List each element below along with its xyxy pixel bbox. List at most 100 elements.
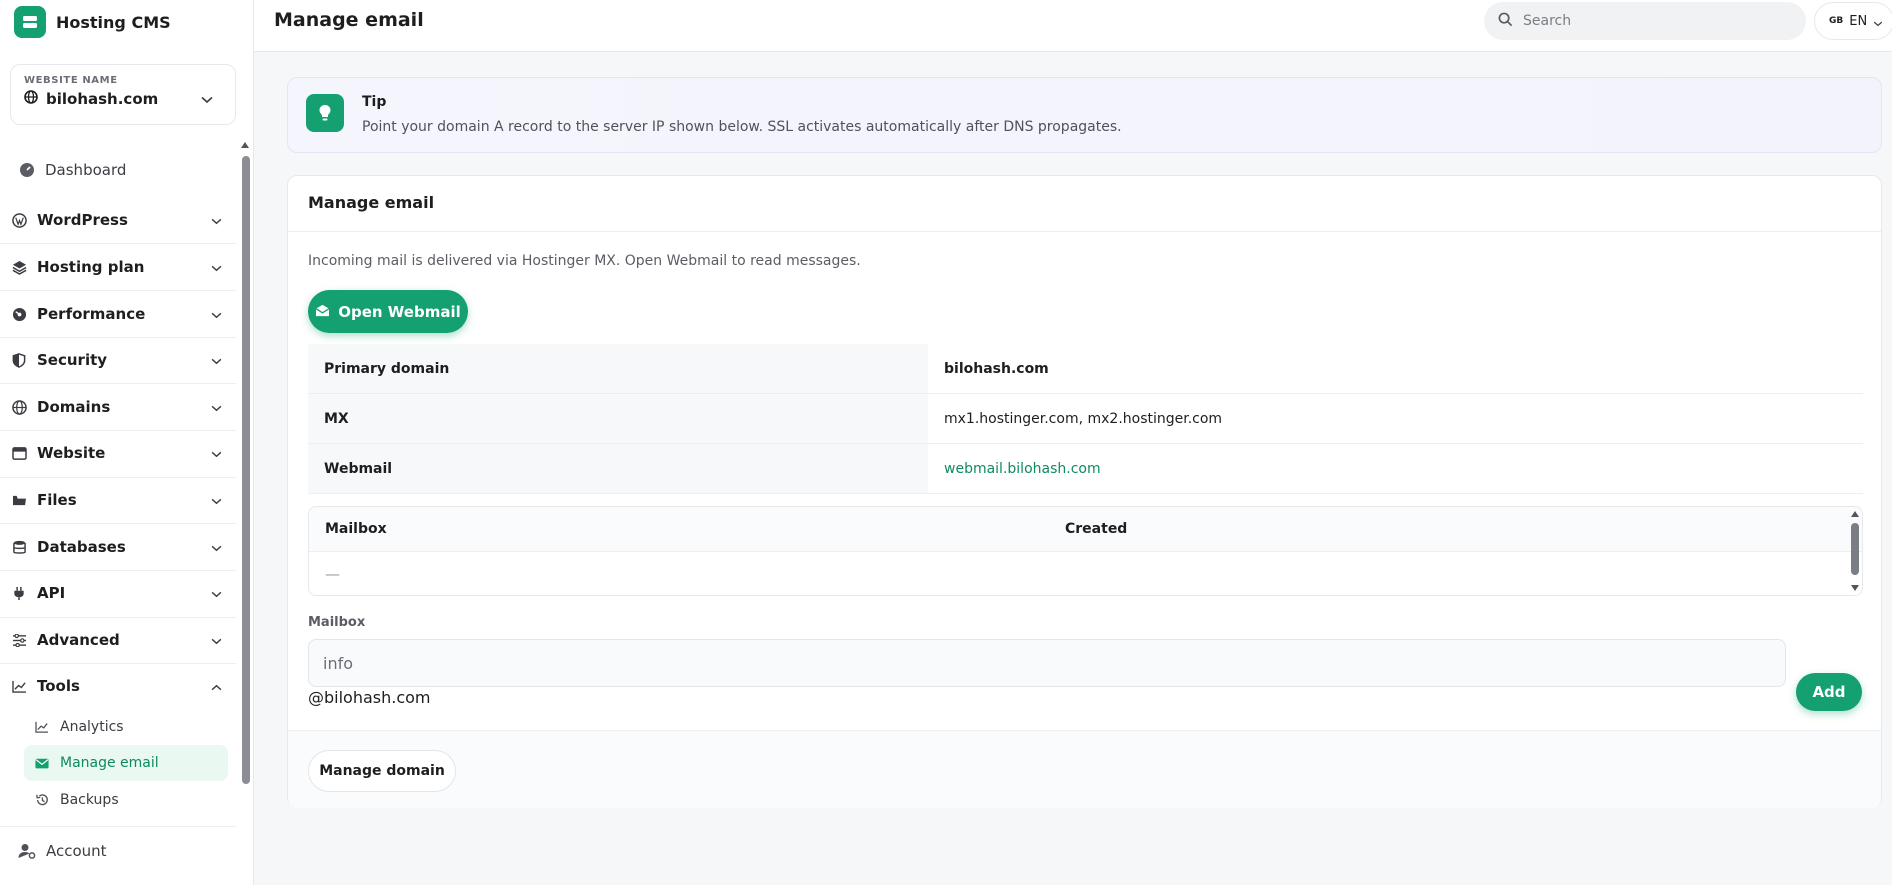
sidebar-item-domains[interactable]: Domains [0, 392, 236, 422]
layers-icon [10, 258, 28, 276]
globe-icon [10, 398, 28, 416]
column-header-created: Created [1065, 521, 1128, 537]
sidebar-item-databases[interactable]: Databases [0, 532, 236, 562]
sidebar-subitem-analytics[interactable]: Analytics [24, 709, 228, 745]
sidebar-item-security[interactable]: Security [0, 345, 236, 375]
chevron-down-icon [201, 89, 213, 108]
mailbox-input[interactable] [308, 639, 1786, 687]
sidebar-subitem-label: Backups [60, 792, 119, 808]
sidebar-scrollbar[interactable] [242, 156, 250, 784]
tip-title: Tip [362, 94, 387, 110]
info-key: Primary domain [308, 344, 928, 393]
scroll-thumb[interactable] [1851, 523, 1859, 575]
sidebar-account[interactable]: Account [18, 842, 107, 860]
domain-info-table: Primary domain bilohash.com MX mx1.hosti… [308, 344, 1863, 494]
sidebar-subitem-manage-email[interactable]: Manage email [24, 745, 228, 781]
envelope-icon [34, 755, 50, 771]
sidebar-item-api[interactable]: API [0, 578, 236, 608]
folder-icon [10, 491, 28, 509]
flag-icon: GB [1829, 16, 1844, 26]
page-title: Manage email [274, 9, 424, 31]
sidebar-subitem-label: Analytics [60, 719, 124, 735]
table-scrollbar[interactable] [1848, 507, 1862, 595]
sidebar-item-label: Domains [37, 398, 111, 416]
sidebar-subitem-backups[interactable]: Backups [24, 782, 228, 818]
sidebar-item-label: Advanced [37, 631, 120, 649]
info-value: bilohash.com [944, 360, 1049, 377]
sidebar-item-tools[interactable]: Tools [0, 671, 236, 701]
sidebar-item-advanced[interactable]: Advanced [0, 625, 236, 655]
chevron-down-icon [211, 258, 222, 276]
chevron-down-icon [211, 351, 222, 369]
sidebar-item-dashboard[interactable]: Dashboard [0, 157, 236, 183]
plug-icon [10, 584, 28, 602]
search-icon [1498, 12, 1513, 31]
sidebar-item-hosting-plan[interactable]: Hosting plan [0, 252, 236, 282]
chevron-down-icon [211, 584, 222, 602]
search-input[interactable] [1523, 13, 1783, 29]
info-row-mx: MX mx1.hostinger.com, mx2.hostinger.com [308, 394, 1863, 444]
info-row-primary-domain: Primary domain bilohash.com [308, 344, 1863, 394]
domain-suffix: @bilohash.com [308, 688, 431, 707]
sidebar-item-label: Performance [37, 305, 146, 323]
mailbox-field-label: Mailbox [308, 615, 366, 630]
open-webmail-label: Open Webmail [338, 302, 461, 321]
open-webmail-button[interactable]: Open Webmail [308, 290, 468, 333]
webmail-link[interactable]: webmail.bilohash.com [944, 461, 1101, 477]
language-selector[interactable]: GB EN [1814, 2, 1892, 40]
manage-domain-button[interactable]: Manage domain [308, 750, 456, 792]
chevron-down-icon [211, 398, 222, 416]
database-icon [10, 538, 28, 556]
chevron-down-icon [211, 631, 222, 649]
website-name: bilohash.com [46, 90, 159, 108]
chart-line-icon [10, 677, 28, 695]
scroll-up-arrow[interactable] [1851, 511, 1859, 517]
sidebar-item-performance[interactable]: Performance [0, 299, 236, 329]
info-value: mx1.hostinger.com, mx2.hostinger.com [944, 410, 1223, 427]
window-icon [10, 444, 28, 462]
sidebar-item-label: API [37, 584, 66, 602]
info-key: MX [308, 394, 928, 443]
brand[interactable]: Hosting CMS [14, 6, 171, 38]
chevron-up-icon [211, 677, 222, 695]
sidebar-item-label: Tools [37, 677, 80, 695]
card-footer: Manage domain [288, 730, 1881, 808]
sidebar-item-label: Dashboard [45, 161, 127, 179]
table-header: Mailbox Created [309, 507, 1862, 552]
envelope-open-icon [315, 303, 330, 321]
gauge-icon [10, 305, 28, 323]
table-row: — [309, 552, 1862, 595]
globe-icon [24, 90, 38, 108]
chevron-down-icon [211, 305, 222, 323]
sidebar-item-wordpress[interactable]: WordPress [0, 205, 236, 235]
sidebar-item-website[interactable]: Website [0, 438, 236, 468]
chevron-down-icon [211, 444, 222, 462]
sliders-icon [10, 631, 28, 649]
tip-text: Point your domain A record to the server… [362, 119, 1122, 135]
sidebar-item-label: Files [37, 491, 77, 509]
website-selector[interactable]: WEBSITE NAME bilohash.com [10, 64, 236, 125]
empty-placeholder: — [325, 565, 340, 583]
chart-line-icon [34, 719, 50, 735]
tip-banner: Tip Point your domain A record to the se… [287, 77, 1882, 153]
scroll-down-arrow[interactable] [1851, 585, 1859, 591]
sidebar-item-files[interactable]: Files [0, 485, 236, 515]
history-icon [34, 792, 50, 808]
brand-name: Hosting CMS [56, 12, 171, 32]
server-icon [14, 6, 46, 38]
sidebar-item-label: Hosting plan [37, 258, 145, 276]
chevron-down-icon [211, 491, 222, 509]
sidebar-subitem-label: Manage email [60, 755, 159, 771]
website-selector-label: WEBSITE NAME [24, 75, 118, 86]
shield-icon [10, 351, 28, 369]
card-title: Manage email [308, 193, 435, 212]
chevron-down-icon [1873, 12, 1883, 31]
chevron-down-icon [211, 211, 222, 229]
sidebar-item-label: Databases [37, 538, 126, 556]
search-box[interactable] [1484, 2, 1806, 40]
account-label: Account [46, 842, 107, 860]
add-mailbox-button[interactable]: Add [1796, 673, 1862, 711]
sidebar-scroll-up[interactable] [241, 142, 249, 148]
card-description: Incoming mail is delivered via Hostinger… [308, 253, 861, 269]
info-row-webmail: Webmail webmail.bilohash.com [308, 444, 1863, 494]
